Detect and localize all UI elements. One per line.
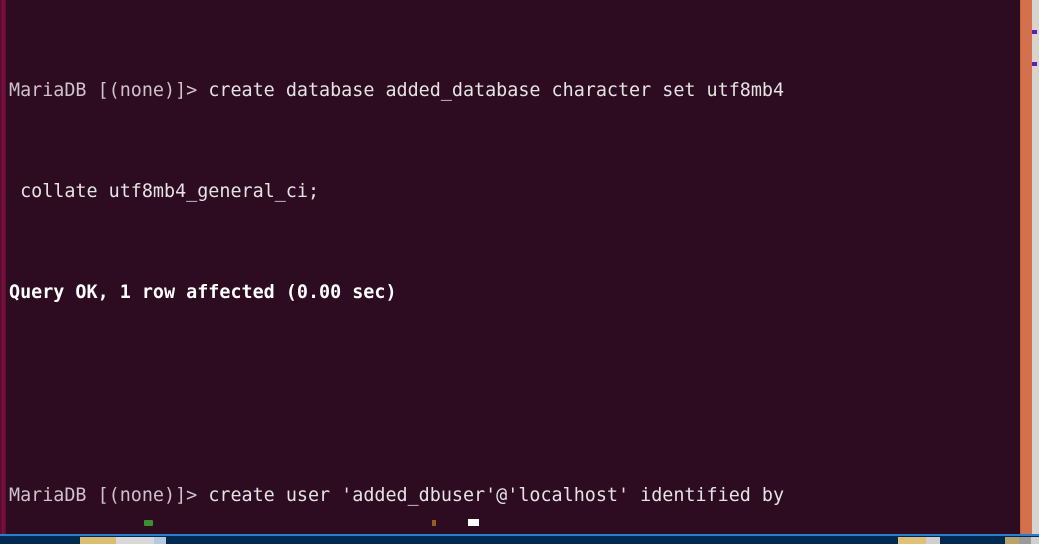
- command-text: create user 'added_dbuser'@'localhost' i…: [208, 484, 785, 506]
- taskbar-window-button[interactable]: [116, 537, 154, 544]
- desktop-icon-artifact: [432, 520, 436, 526]
- taskbar-tray-icon[interactable]: [1005, 537, 1019, 544]
- taskbar-window-button[interactable]: [898, 537, 926, 544]
- scrollbar-mark: [1032, 62, 1037, 66]
- window-left-border: [0, 0, 6, 536]
- scrollbar-mark: [1032, 30, 1037, 34]
- screen: MariaDB [(none)]> create database added_…: [0, 0, 1039, 544]
- desktop-icon-artifact: [468, 519, 479, 526]
- desktop-icon-artifact: [144, 520, 153, 526]
- taskbar-window-button[interactable]: [926, 537, 940, 544]
- terminal-window[interactable]: MariaDB [(none)]> create database added_…: [0, 0, 1039, 536]
- command-text: create database added_database character…: [208, 79, 785, 101]
- query-result: Query OK, 1 row affected (0.00 sec): [9, 282, 397, 304]
- scrollbar[interactable]: [1020, 0, 1039, 536]
- taskbar-items: [0, 536, 1039, 544]
- scrollbar-thumb[interactable]: [1020, 0, 1032, 536]
- taskbar-window-button[interactable]: [80, 537, 116, 544]
- command-continuation: collate utf8mb4_general_ci;: [9, 181, 320, 203]
- terminal-line: Query OK, 1 row affected (0.00 sec): [9, 280, 1019, 305]
- taskbar-window-button[interactable]: [154, 537, 166, 544]
- desktop-taskbar[interactable]: [0, 534, 1039, 544]
- terminal-output[interactable]: MariaDB [(none)]> create database added_…: [9, 2, 1019, 536]
- terminal-line: MariaDB [(none)]> create user 'added_dbu…: [9, 483, 1019, 508]
- taskbar-tray-icon[interactable]: [1019, 537, 1031, 544]
- mariadb-prompt: MariaDB [(none)]>: [9, 484, 209, 506]
- mariadb-prompt: MariaDB [(none)]>: [9, 79, 209, 101]
- taskbar-tray-icon[interactable]: [1031, 537, 1039, 544]
- terminal-line: MariaDB [(none)]> create database added_…: [9, 78, 1019, 103]
- terminal-line: collate utf8mb4_general_ci;: [9, 179, 1019, 204]
